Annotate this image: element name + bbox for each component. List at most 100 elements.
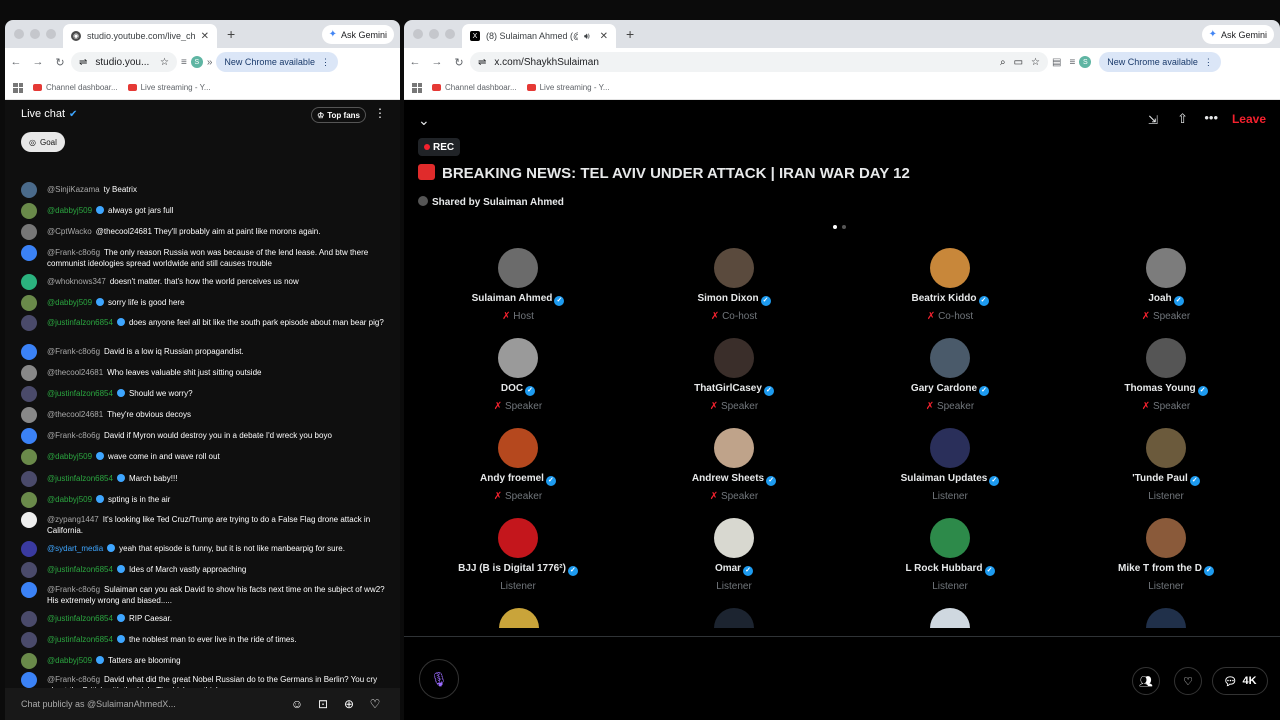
avatar[interactable] <box>21 245 37 261</box>
participant-avatar[interactable] <box>1146 518 1186 558</box>
goal-button[interactable]: ◎ Goal <box>21 132 65 152</box>
avatar[interactable] <box>21 274 37 290</box>
chat-message[interactable]: @dabbyj509 spting is in the air <box>21 492 390 508</box>
chat-message[interactable]: @justinfalzon6854 Should we worry? <box>21 386 390 402</box>
participant[interactable]: Simon Dixon ✓ ✗ Co-host <box>634 248 834 322</box>
participant-avatar[interactable] <box>1146 338 1186 378</box>
chat-message[interactable]: @SinjiKazama ty Beatrix <box>21 182 390 198</box>
message-author[interactable]: @sydart_media <box>47 544 103 553</box>
close-tab-icon[interactable]: ✕ <box>600 31 608 42</box>
participant-avatar[interactable] <box>498 338 538 378</box>
message-author[interactable]: @justinfalzon6854 <box>47 389 113 398</box>
chat-message[interactable]: @justinfalzon6854 the noblest man to ever… <box>21 632 390 648</box>
address-bar[interactable]: ⇌ x.com/ShaykhSulaiman ⌕ ▭ ☆ <box>470 52 1048 72</box>
avatar[interactable] <box>21 344 37 360</box>
avatar[interactable] <box>21 365 37 381</box>
reload-icon[interactable]: ↻ <box>448 56 470 69</box>
back-icon[interactable]: ← <box>5 56 27 68</box>
bookmark-channel-dashboard[interactable]: Channel dashboar... <box>432 83 517 92</box>
leave-button[interactable]: Leave <box>1232 112 1266 126</box>
message-author[interactable]: @Frank-c8o6g <box>47 585 100 594</box>
minimize-icon[interactable]: ⇲ <box>1148 113 1158 127</box>
super-chat-icon[interactable]: ⊡ <box>314 695 332 713</box>
avatar[interactable] <box>21 224 37 240</box>
participant[interactable]: Mike T from the D ✓ Listener <box>1066 518 1266 592</box>
participant-avatar[interactable] <box>930 338 970 378</box>
new-tab-button[interactable]: + <box>227 26 235 42</box>
participant-avatar[interactable] <box>498 518 538 558</box>
avatar[interactable] <box>499 608 539 628</box>
chat-message[interactable]: @dabbyj509 always got jars full <box>21 203 390 219</box>
message-author[interactable]: @whoknows347 <box>47 277 106 286</box>
bookmark-live-streaming[interactable]: Live streaming - Y... <box>526 83 610 92</box>
participant[interactable]: Gary Cardone ✓ ✗ Speaker <box>850 338 1050 412</box>
avatar[interactable] <box>21 562 37 578</box>
avatar[interactable] <box>21 492 37 508</box>
avatar[interactable] <box>21 653 37 669</box>
participant[interactable]: Beatrix Kiddo ✓ ✗ Co-host <box>850 248 1050 322</box>
reload-icon[interactable]: ↻ <box>49 56 71 69</box>
chat-message[interactable]: @zypang1447 It's looking like Ted Cruz/Tr… <box>21 512 390 536</box>
avatar[interactable] <box>1146 608 1186 628</box>
participant[interactable]: Omar ✓ Listener <box>634 518 834 592</box>
new-chrome-button[interactable]: New Chrome available ⋮ <box>1099 52 1221 72</box>
profile-avatar[interactable]: S <box>190 56 203 68</box>
chat-message[interactable]: @whoknows347 doesn't matter. that's how t… <box>21 274 390 290</box>
chat-message[interactable]: @CptWacko @thecool24681 They'll probably … <box>21 224 390 240</box>
apps-grid-icon[interactable] <box>412 82 422 93</box>
avatar[interactable] <box>21 611 37 627</box>
mic-button[interactable]: 🎙︎ <box>419 659 459 699</box>
avatar[interactable] <box>21 407 37 423</box>
avatar[interactable] <box>21 182 37 198</box>
chat-message-list[interactable]: @SinjiKazama ty Beatrix @dabbyj509 always g… <box>5 182 400 704</box>
message-author[interactable]: @Frank-c8o6g <box>47 431 100 440</box>
chat-message[interactable]: @Frank-c8o6g David is a low iq Russian pr… <box>21 344 390 360</box>
chat-message[interactable]: @justinfalzon6854 does anyone feel all bi… <box>21 315 390 331</box>
forward-icon[interactable]: → <box>426 56 448 68</box>
browser-tab[interactable]: ◉ studio.youtube.com/live_cha ✕ <box>63 24 217 48</box>
participant[interactable]: Joah ✓ ✗ Speaker <box>1066 248 1266 322</box>
chat-message[interactable]: @sydart_media yeah that episode is funny,… <box>21 541 390 557</box>
message-author[interactable]: @dabbyj509 <box>47 656 92 665</box>
avatar[interactable] <box>21 295 37 311</box>
message-author[interactable]: @thecool24681 <box>47 368 103 377</box>
profile-avatar[interactable]: S <box>1079 56 1092 68</box>
chat-message[interactable]: @dabbyj509 sorry life is good here <box>21 295 390 311</box>
page-indicator[interactable] <box>833 225 846 229</box>
message-author[interactable]: @zypang1447 <box>47 515 99 524</box>
participant[interactable]: L Rock Hubbard ✓ Listener <box>850 518 1050 592</box>
audio-icon[interactable]: 🔊︎ <box>584 31 590 42</box>
avatar[interactable] <box>21 203 37 219</box>
participant[interactable]: Sulaiman Ahmed ✓ ✗ Host <box>418 248 618 322</box>
avatar[interactable] <box>21 471 37 487</box>
message-author[interactable]: @Frank-c8o6g <box>47 347 100 356</box>
heart-icon[interactable]: ♡ <box>366 695 384 713</box>
top-fans-button[interactable]: ♔ Top fans <box>311 107 366 123</box>
chat-message[interactable]: @Frank-c8o6g Sulaiman can you ask David t… <box>21 582 390 606</box>
extensions-chevron-icon[interactable]: » <box>207 57 213 68</box>
browser-tab[interactable]: X (8) Sulaiman Ahmed (@Sh 🔊︎ ✕ <box>462 24 616 48</box>
chat-message[interactable]: @Frank-c8o6g David if Myron would destroy… <box>21 428 390 444</box>
zoom-icon[interactable]: ⌕ <box>1000 57 1006 68</box>
tabsearch-icon[interactable]: ≡ <box>181 57 187 68</box>
message-author[interactable]: @SinjiKazama <box>47 185 100 194</box>
message-author[interactable]: @dabbyj509 <box>47 298 92 307</box>
participant[interactable]: Sulaiman Updates ✓ Listener <box>850 428 1050 502</box>
participant-avatar[interactable] <box>498 248 538 288</box>
comments-button[interactable]: 💬︎ 4K <box>1212 667 1268 695</box>
participant-avatar[interactable] <box>930 428 970 468</box>
message-author[interactable]: @justinfalzon6854 <box>47 614 113 623</box>
bookmark-live-streaming[interactable]: Live streaming - Y... <box>127 83 211 92</box>
chat-message[interactable]: @justinfalzon6854 March baby!!! <box>21 471 390 487</box>
add-icon[interactable]: ⊕ <box>340 695 358 713</box>
back-icon[interactable]: ← <box>404 56 426 68</box>
participant-avatar[interactable] <box>1146 248 1186 288</box>
participant-avatar[interactable] <box>714 428 754 468</box>
forward-icon[interactable]: → <box>27 56 49 68</box>
participants-button[interactable]: 👥︎ <box>1132 667 1160 695</box>
chat-message[interactable]: @dabbyj509 Tatters are blooming <box>21 653 390 669</box>
avatar[interactable] <box>714 608 754 628</box>
participant[interactable]: Andy froemel ✓ ✗ Speaker <box>418 428 618 502</box>
message-author[interactable]: @Frank-c8o6g <box>47 675 100 684</box>
message-author[interactable]: @justinfalzon6854 <box>47 635 113 644</box>
